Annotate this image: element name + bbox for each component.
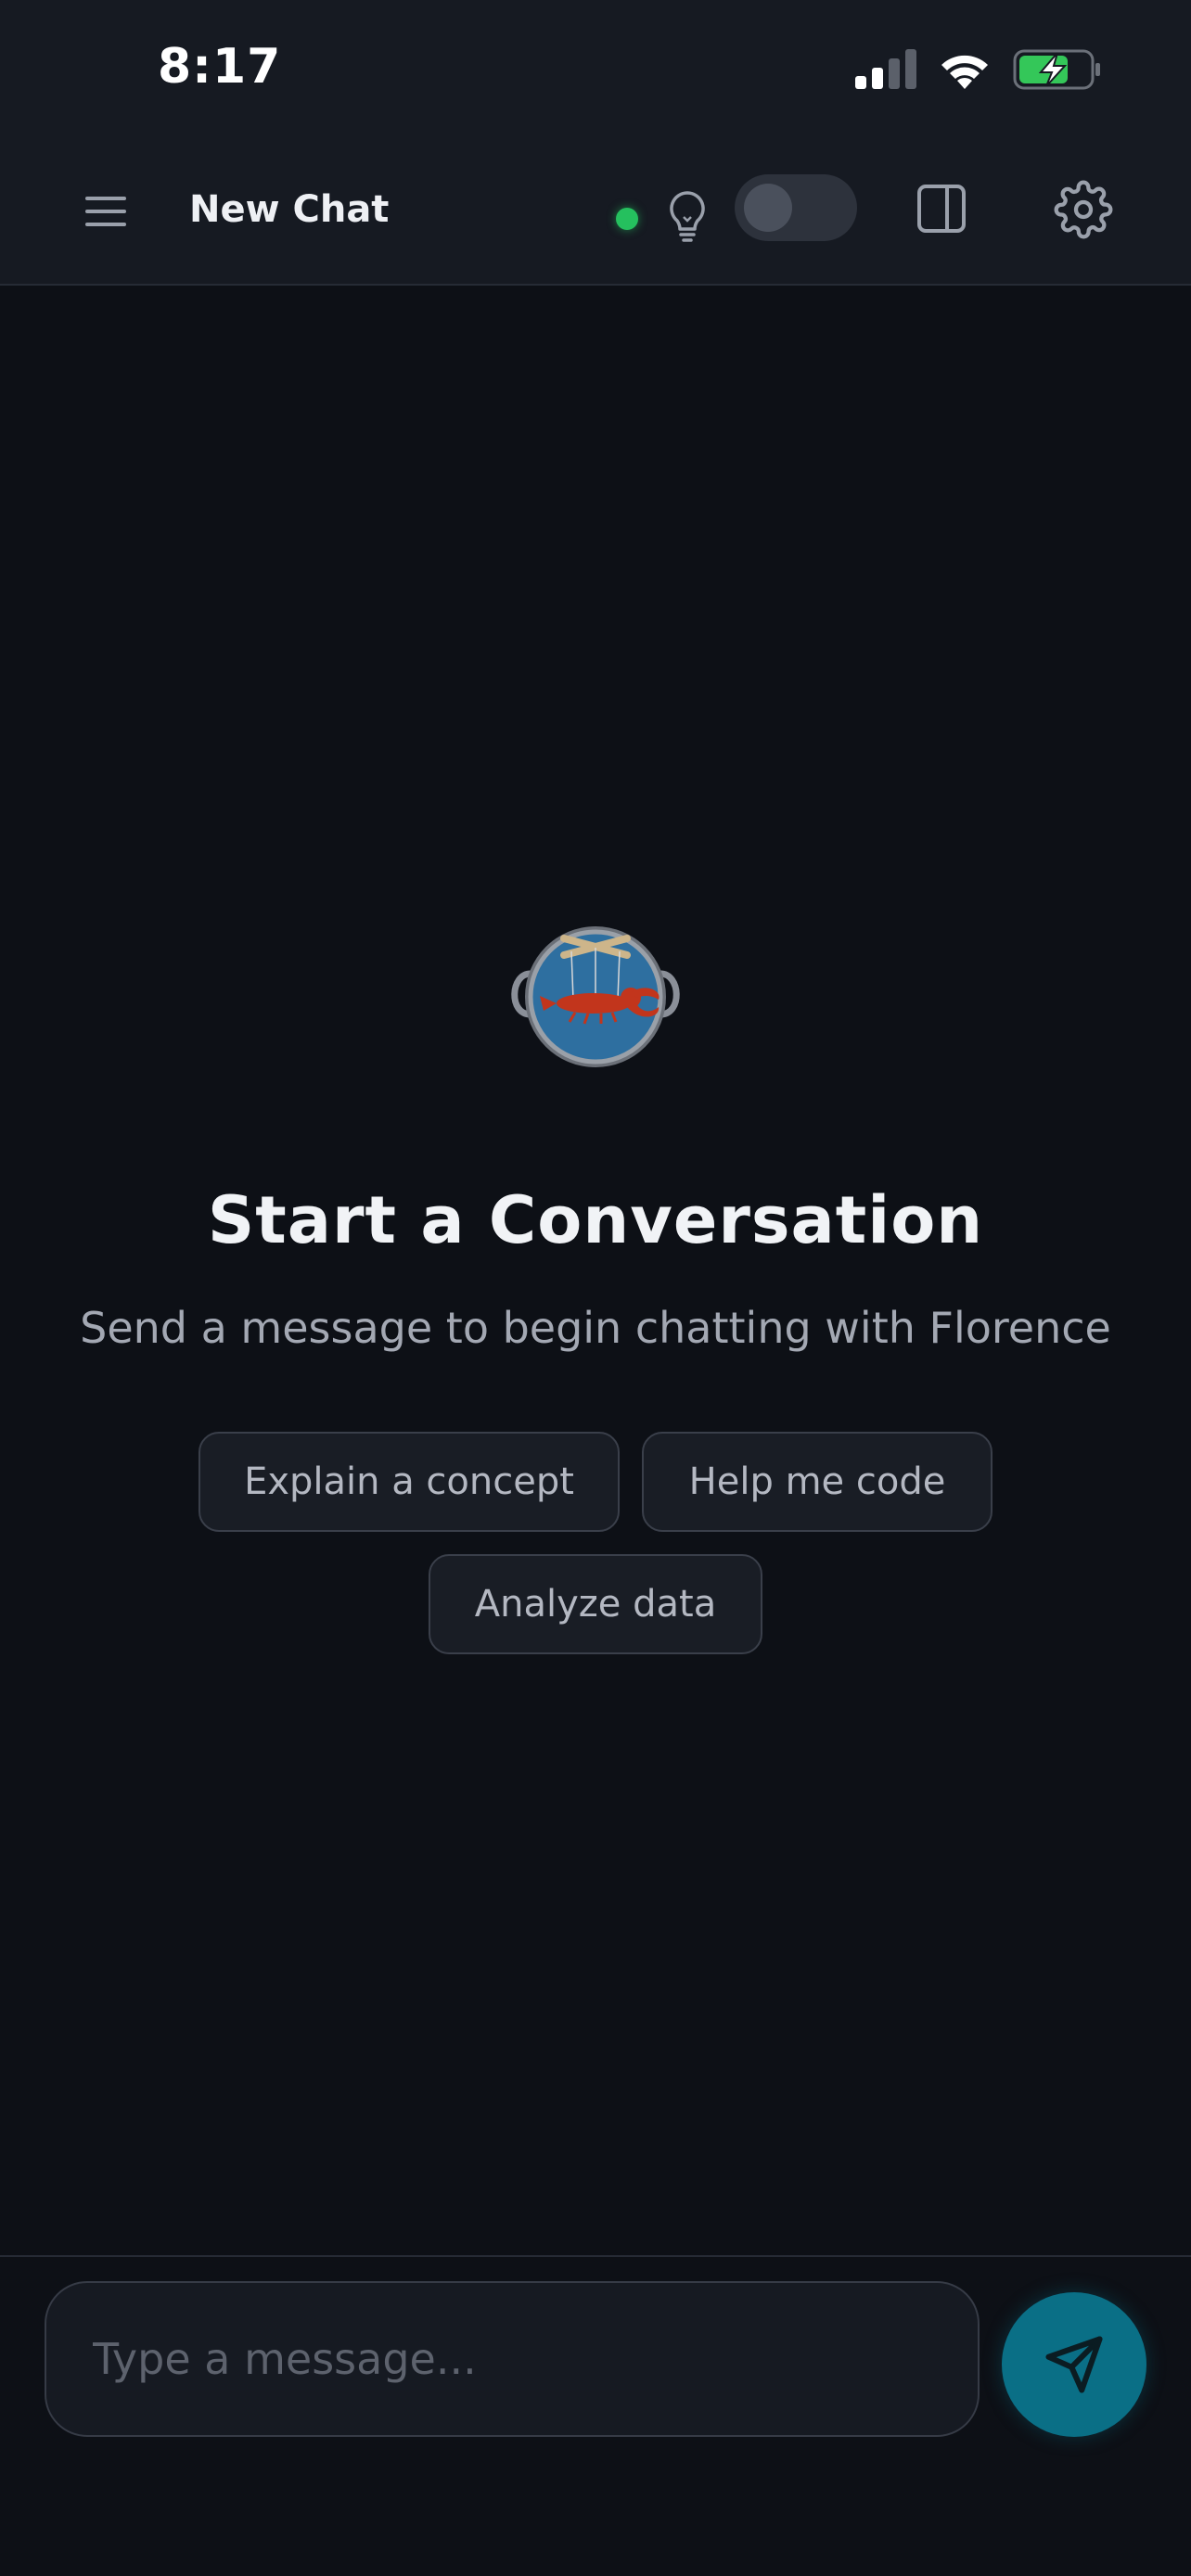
empty-state-heading: Start a Conversation [207, 1182, 984, 1258]
chat-title: New Chat [189, 188, 390, 231]
top-bar: New Chat [0, 139, 1191, 286]
composer-bar [0, 2255, 1191, 2576]
send-icon [1045, 2336, 1103, 2393]
gear-icon[interactable] [1054, 180, 1113, 239]
message-input[interactable] [45, 2281, 980, 2437]
toggle-knob [744, 184, 792, 232]
send-button[interactable] [1002, 2292, 1146, 2437]
signal-icon [855, 49, 916, 89]
suggestion-help-code[interactable]: Help me code [642, 1432, 992, 1532]
chat-area: Start a Conversation Send a message to b… [0, 287, 1191, 2253]
suggestion-explain-concept[interactable]: Explain a concept [198, 1432, 620, 1532]
status-bar: 8:17 [0, 0, 1191, 139]
suggestion-analyze-data[interactable]: Analyze data [429, 1554, 762, 1654]
lightbulb-icon[interactable] [666, 189, 709, 243]
connection-status-dot [616, 208, 638, 230]
side-panel-icon[interactable] [915, 182, 968, 236]
hamburger-menu-icon[interactable] [82, 187, 130, 236]
wifi-icon [941, 55, 988, 89]
status-icons [853, 46, 1102, 93]
reasoning-toggle[interactable] [735, 174, 857, 241]
lobster-pot-logo [511, 926, 680, 1067]
battery-charging-icon [1013, 49, 1100, 90]
status-time: 8:17 [158, 39, 282, 95]
empty-state-subheading: Send a message to begin chatting with Fl… [80, 1303, 1111, 1353]
